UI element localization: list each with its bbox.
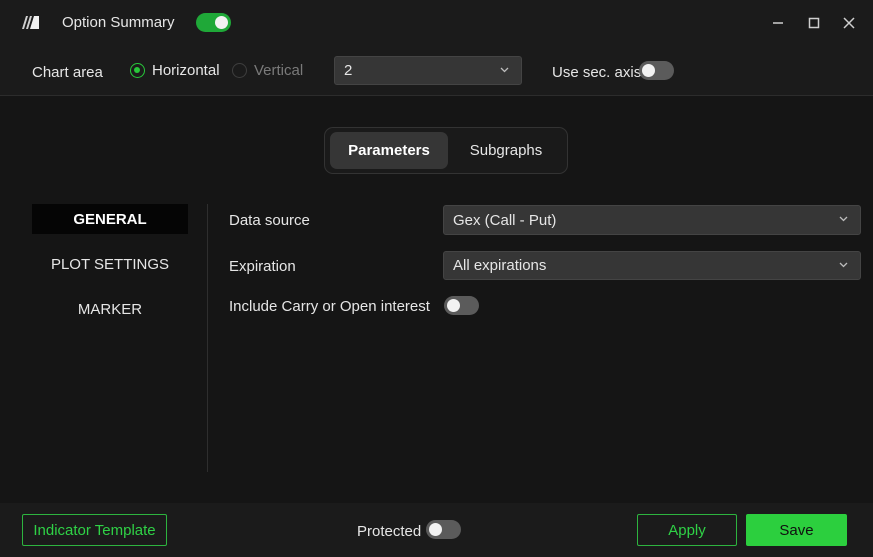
data-source-label: Data source	[229, 212, 310, 229]
data-source-select[interactable]: Gex (Call - Put)	[443, 205, 861, 235]
protected-label: Protected	[357, 523, 422, 540]
chart-area-count-value: 2	[344, 62, 353, 79]
footer-bar: Indicator Template Protected Apply Save	[0, 503, 873, 557]
maximize-icon[interactable]	[804, 13, 824, 33]
radio-selected-icon	[130, 63, 145, 78]
expiration-select[interactable]: All expirations	[443, 251, 861, 280]
orientation-horizontal-radio[interactable]: Horizontal	[130, 62, 220, 79]
toggle-knob	[447, 299, 460, 312]
chart-area-count-select[interactable]: 2	[334, 56, 522, 85]
sidebar-item-marker[interactable]: MARKER	[32, 294, 188, 324]
chevron-down-icon	[839, 262, 848, 267]
carry-open-interest-toggle[interactable]	[444, 296, 479, 315]
save-button[interactable]: Save	[746, 514, 847, 546]
app-logo-icon	[22, 16, 39, 29]
sec-axis-label: Use sec. axis	[552, 64, 642, 81]
title-bar: Option Summary	[0, 0, 873, 45]
toggle-knob	[215, 16, 228, 29]
indicator-enabled-toggle[interactable]	[196, 13, 231, 32]
chart-area-label: Chart area	[32, 64, 103, 81]
close-icon[interactable]	[839, 13, 859, 33]
minimize-icon[interactable]	[768, 13, 788, 33]
window-title: Option Summary	[62, 14, 175, 31]
expiration-value: All expirations	[453, 257, 547, 274]
chart-area-toolbar: Chart area Horizontal Vertical 2 Use sec…	[0, 45, 873, 96]
expiration-label: Expiration	[229, 258, 296, 275]
sidebar-item-general[interactable]: GENERAL	[32, 204, 188, 234]
sidebar-item-plot-settings[interactable]: PLOT SETTINGS	[32, 249, 188, 279]
orientation-horizontal-label: Horizontal	[152, 62, 220, 79]
indicator-template-button[interactable]: Indicator Template	[22, 514, 167, 546]
tab-parameters[interactable]: Parameters	[330, 132, 448, 169]
apply-button[interactable]: Apply	[637, 514, 737, 546]
radio-unselected-icon	[232, 63, 247, 78]
tab-switcher: Parameters Subgraphs	[324, 127, 568, 174]
chevron-down-icon	[500, 67, 509, 72]
toggle-knob	[429, 523, 442, 536]
protected-toggle[interactable]	[426, 520, 461, 539]
tab-subgraphs[interactable]: Subgraphs	[449, 132, 563, 169]
sidebar-divider	[207, 204, 208, 472]
sec-axis-toggle[interactable]	[639, 61, 674, 80]
toggle-knob	[642, 64, 655, 77]
chevron-down-icon	[839, 216, 848, 222]
orientation-vertical-radio[interactable]: Vertical	[232, 62, 303, 79]
carry-open-interest-label: Include Carry or Open interest	[229, 298, 430, 315]
data-source-value: Gex (Call - Put)	[453, 211, 557, 229]
orientation-vertical-label: Vertical	[254, 62, 304, 79]
